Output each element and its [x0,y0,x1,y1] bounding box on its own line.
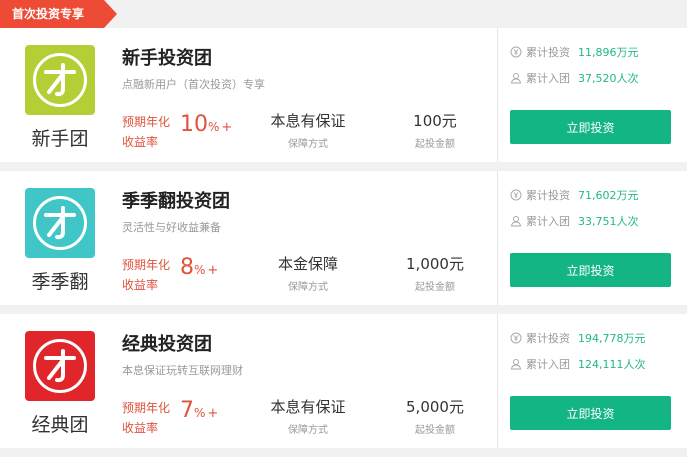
logo-emblem-icon [33,196,87,250]
guarantee-info: 本息有保证 保障方式 [258,396,358,436]
rate-label-line2: 收益率 [122,278,159,292]
first-invest-ribbon: 首次投资专享 [0,0,117,28]
coin-icon [510,46,522,58]
rate-plus: + [207,406,219,421]
rate-percent: % [194,263,206,277]
product-title[interactable]: 新手投资团 [122,44,212,70]
min-amount-info: 1,000元 起投金额 [395,253,475,293]
guarantee-label: 保障方式 [288,139,328,150]
logo-name: 新手团 [31,128,89,150]
total-join-value: 124,111人次 [578,358,646,371]
guarantee-info: 本金保障 保障方式 [258,253,358,293]
logo-name: 季季翻 [31,271,89,293]
min-amount-value: 100元 [413,112,457,130]
min-amount-info: 100元 起投金额 [395,110,475,150]
logo-name: 经典团 [31,414,89,436]
total-join-value: 37,520人次 [578,72,639,85]
total-invest-label: 累计投资 [526,332,570,345]
total-join-stat: 累计入团 37,520人次 [510,70,639,86]
guarantee-value: 本息有保证 [270,112,346,130]
rate-plus: + [207,263,219,278]
product-logo [25,45,95,115]
rate-label: 预期年化 收益率 [122,255,178,295]
invest-now-button[interactable]: 立即投资 [510,253,671,287]
product-info: 经典团 经典投资团 本息保证玩转互联网理财 预期年化 收益率 7% + 本息有保证… [0,314,497,448]
product-stats: 累计投资 71,602万元 累计入团 33,751人次 立即投资 [498,171,687,305]
rate-label-line2: 收益率 [122,421,159,435]
guarantee-value: 本金保障 [277,255,338,273]
logo-emblem-icon [33,53,87,107]
guarantee-label: 保障方式 [288,282,328,293]
coin-icon [510,189,522,201]
rate-label-line2: 收益率 [122,135,159,149]
total-invest-label: 累计投资 [526,46,570,59]
product-logo [25,188,95,258]
min-amount-label: 起投金额 [415,425,455,436]
product-subtitle: 灵活性与好收益兼备 [122,221,221,234]
total-invest-value: 71,602万元 [578,189,639,202]
total-invest-stat: 累计投资 194,778万元 [510,330,646,346]
invest-now-button[interactable]: 立即投资 [510,396,671,430]
total-join-label: 累计入团 [526,72,570,85]
product-stats: 累计投资 11,896万元 累计入团 37,520人次 立即投资 [498,28,687,162]
min-amount-value: 5,000元 [406,398,464,416]
product-subtitle: 点融新用户（首次投资）专享 [122,78,265,91]
rate-label: 预期年化 收益率 [122,112,178,152]
user-icon [510,73,522,84]
user-icon [510,216,522,227]
product-subtitle: 本息保证玩转互联网理财 [122,364,243,377]
total-join-value: 33,751人次 [578,215,639,228]
rate-percent: % [208,120,220,134]
rate-number: 10 [180,112,208,137]
product-stats: 累计投资 194,778万元 累计入团 124,111人次 立即投资 [498,314,687,448]
rate-label-line1: 预期年化 [122,258,171,272]
total-join-stat: 累计入团 124,111人次 [510,356,646,372]
min-amount-label: 起投金额 [415,139,455,150]
product-info: 新手团 新手投资团 点融新用户（首次投资）专享 预期年化 收益率 10% + 本息… [0,28,497,162]
total-join-stat: 累计入团 33,751人次 [510,213,639,229]
invest-now-button[interactable]: 立即投资 [510,110,671,144]
logo-emblem-icon [33,339,87,393]
user-icon [510,359,522,370]
guarantee-label: 保障方式 [288,425,328,436]
product-card: 经典团 经典投资团 本息保证玩转互联网理财 预期年化 收益率 7% + 本息有保证… [0,314,687,448]
guarantee-value: 本息有保证 [270,398,346,416]
total-invest-value: 194,778万元 [578,332,646,345]
rate-plus: + [221,120,233,135]
rate-number: 8 [180,255,194,280]
coin-icon [510,332,522,344]
total-invest-stat: 累计投资 71,602万元 [510,187,639,203]
product-info: 季季翻 季季翻投资团 灵活性与好收益兼备 预期年化 收益率 8% + 本金保障 保… [0,171,497,305]
min-amount-info: 5,000元 起投金额 [395,396,475,436]
product-title[interactable]: 经典投资团 [122,330,212,356]
expected-rate: 7% + [180,398,218,423]
product-logo [25,331,95,401]
rate-label-line1: 预期年化 [122,115,171,129]
total-invest-label: 累计投资 [526,189,570,202]
rate-label: 预期年化 收益率 [122,398,178,438]
guarantee-info: 本息有保证 保障方式 [258,110,358,150]
total-join-label: 累计入团 [526,215,570,228]
expected-rate: 8% + [180,255,218,280]
product-card: 季季翻 季季翻投资团 灵活性与好收益兼备 预期年化 收益率 8% + 本金保障 保… [0,171,687,305]
expected-rate: 10% + [180,112,232,137]
rate-label-line1: 预期年化 [122,401,171,415]
total-join-label: 累计入团 [526,358,570,371]
product-card: 新手团 新手投资团 点融新用户（首次投资）专享 预期年化 收益率 10% + 本息… [0,28,687,162]
product-title[interactable]: 季季翻投资团 [122,187,230,213]
rate-number: 7 [180,398,194,423]
rate-percent: % [194,406,206,420]
min-amount-label: 起投金额 [415,282,455,293]
min-amount-value: 1,000元 [406,255,464,273]
total-invest-stat: 累计投资 11,896万元 [510,44,639,60]
total-invest-value: 11,896万元 [578,46,639,59]
